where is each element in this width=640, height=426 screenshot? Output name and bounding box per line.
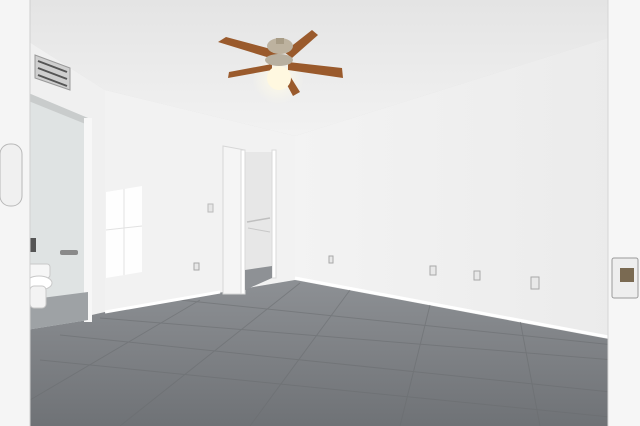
- closet-door: [222, 145, 277, 295]
- room-illustration: [0, 0, 640, 426]
- room-photo: [0, 0, 640, 426]
- light-switch: [207, 203, 214, 213]
- open-entry-door: [607, 0, 640, 426]
- ceiling-light: [267, 66, 291, 90]
- window-light-reflection: [105, 186, 143, 278]
- open-entry-door-left-frame: [0, 0, 31, 426]
